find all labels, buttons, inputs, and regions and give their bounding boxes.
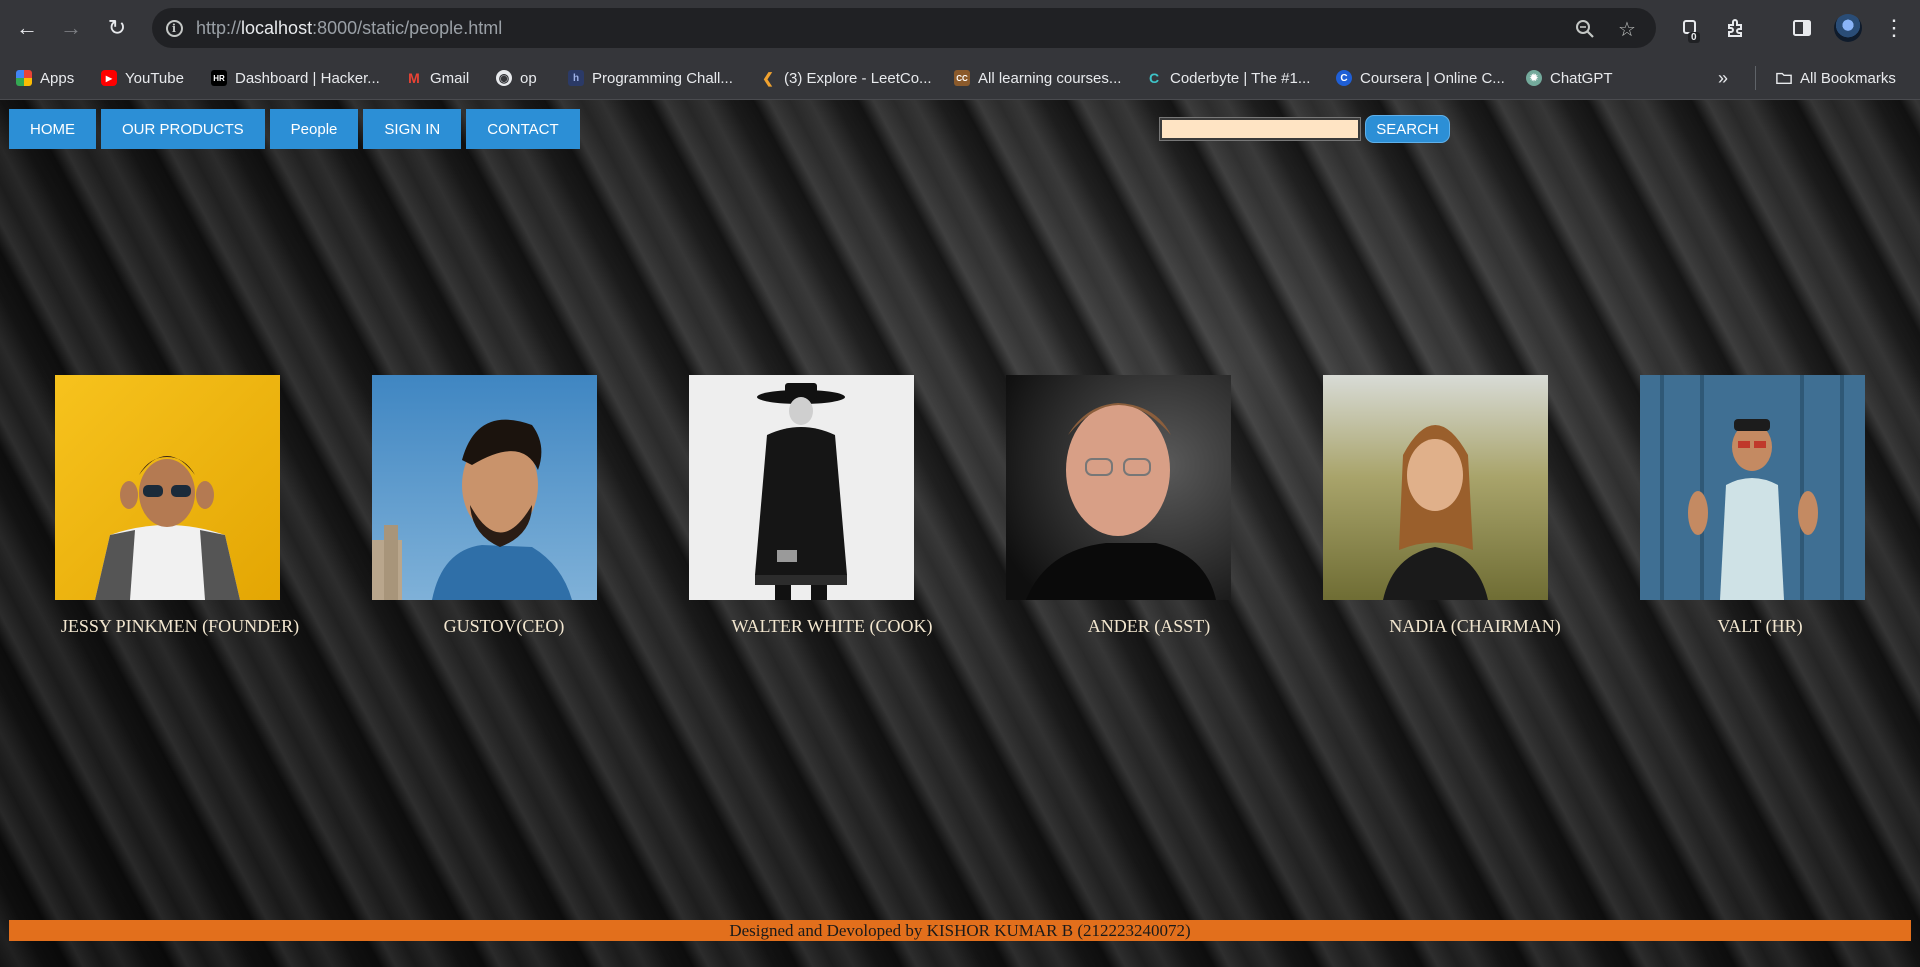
bookmark-label: Programming Chall... — [592, 69, 733, 87]
nav-contact[interactable]: CONTACT — [466, 109, 580, 149]
bookmark-chatgpt[interactable]: ✹ ChatGPT — [1526, 67, 1613, 89]
site-navbar: HOME OUR PRODUCTS People SIGN IN CONTACT — [9, 109, 580, 149]
url-path: :8000/static/people.html — [312, 18, 503, 38]
bookmark-label: Dashboard | Hacker... — [235, 69, 380, 87]
folder-icon — [1776, 70, 1792, 86]
forward-arrow-icon[interactable]: → — [53, 10, 89, 46]
person-caption: NADIA (CHAIRMAN) — [1389, 616, 1561, 636]
person-caption: WALTER WHITE (COOK) — [731, 616, 933, 636]
person-caption: ANDER (ASST) — [1087, 616, 1211, 636]
apps-grid-icon — [16, 70, 32, 86]
reload-icon[interactable]: ↻ — [99, 10, 135, 46]
browser-toolbar: ← → ↻ i http://localhost:8000/static/peo… — [0, 0, 1920, 56]
bookmark-star-icon[interactable]: ☆ — [1614, 16, 1640, 42]
person-photo — [689, 375, 914, 600]
person-photo — [1640, 375, 1865, 600]
coursera-icon: C — [1336, 70, 1352, 86]
nav-home[interactable]: HOME — [9, 109, 96, 149]
youtube-icon: ▶ — [101, 70, 117, 86]
nav-our-products[interactable]: OUR PRODUCTS — [101, 109, 265, 149]
bookmark-codechef[interactable]: CC All learning courses... — [954, 67, 1121, 89]
bookmark-label: (3) Explore - LeetCo... — [784, 69, 932, 87]
bookmark-apps[interactable]: Apps — [16, 67, 74, 89]
url-scheme: http:// — [196, 18, 242, 38]
person-caption: JESSY PINKMEN (FOUNDER) — [60, 616, 300, 636]
page-footer: Designed and Devoloped by KISHOR KUMAR B… — [9, 920, 1911, 941]
extension-badge: 0 — [1688, 32, 1700, 43]
gmail-icon: M — [408, 70, 420, 86]
nav-people[interactable]: People — [269, 109, 359, 149]
url-text[interactable]: http://localhost:8000/static/people.html — [196, 18, 502, 39]
bookmark-gmail[interactable]: M Gmail — [406, 67, 469, 89]
bookmark-label: Gmail — [430, 69, 470, 87]
chatgpt-icon: ✹ — [1526, 70, 1542, 86]
person-caption: VALT (HR) — [1717, 616, 1803, 636]
search-input[interactable] — [1159, 117, 1361, 141]
extensions-icon[interactable] — [1720, 12, 1752, 44]
leetcode-icon: ❮ — [762, 69, 774, 86]
url-host: localhost — [241, 18, 313, 38]
codechef-icon: CC — [954, 70, 970, 86]
more-bookmarks-chevron-icon[interactable]: » — [1718, 67, 1728, 89]
bookmark-label: Coursera | Online C... — [1360, 69, 1505, 87]
more-menu-icon[interactable]: ⋮ — [1878, 12, 1910, 44]
page-viewport: HOME OUR PRODUCTS People SIGN IN CONTACT… — [0, 100, 1920, 967]
bookmark-coursera[interactable]: C Coursera | Online C... — [1336, 67, 1505, 89]
nav-sign-in[interactable]: SIGN IN — [363, 109, 462, 149]
bookmark-label: YouTube — [125, 69, 184, 87]
bookmark-label: Apps — [40, 69, 75, 87]
bookmark-coderbyte[interactable]: C Coderbyte | The #1... — [1146, 67, 1310, 89]
all-bookmarks-label: All Bookmarks — [1800, 69, 1896, 87]
bookmark-programming[interactable]: h Programming Chall... — [568, 67, 733, 89]
all-bookmarks-button[interactable]: All Bookmarks — [1776, 67, 1896, 89]
zoom-icon[interactable] — [1572, 16, 1598, 42]
bookmark-youtube[interactable]: ▶ YouTube — [101, 67, 184, 89]
bookmark-op[interactable]: ◉ op — [496, 67, 537, 89]
bookmark-hackerrank[interactable]: HR Dashboard | Hacker... — [211, 67, 380, 89]
person-photo — [55, 375, 280, 600]
person-caption: GUSTOV(CEO) — [443, 616, 565, 636]
bookmark-label: All learning courses... — [978, 69, 1122, 87]
person-photo — [372, 375, 597, 600]
bookmark-label: Coderbyte | The #1... — [1170, 69, 1311, 87]
hackerrank-icon: HR — [211, 70, 227, 86]
bookmark-site-icon: h — [568, 70, 584, 86]
bookmarks-divider — [1755, 66, 1756, 90]
coderbyte-icon: C — [1148, 70, 1160, 86]
address-bar[interactable]: i http://localhost:8000/static/people.ht… — [152, 8, 1656, 48]
person-photo — [1006, 375, 1231, 600]
search-button[interactable]: SEARCH — [1365, 115, 1450, 143]
bookmark-label: op — [520, 69, 537, 87]
bookmark-leetcode[interactable]: ❮ (3) Explore - LeetCo... — [760, 67, 932, 89]
side-panel-icon[interactable] — [1786, 12, 1818, 44]
site-info-icon[interactable]: i — [162, 16, 186, 40]
globe-icon: ◉ — [496, 70, 512, 86]
bookmark-label: ChatGPT — [1550, 69, 1613, 87]
back-arrow-icon[interactable]: ← — [9, 10, 45, 46]
person-photo — [1323, 375, 1548, 600]
bookmarks-bar: Apps ▶ YouTube HR Dashboard | Hacker... … — [0, 56, 1920, 100]
profile-avatar[interactable] — [1834, 14, 1862, 42]
